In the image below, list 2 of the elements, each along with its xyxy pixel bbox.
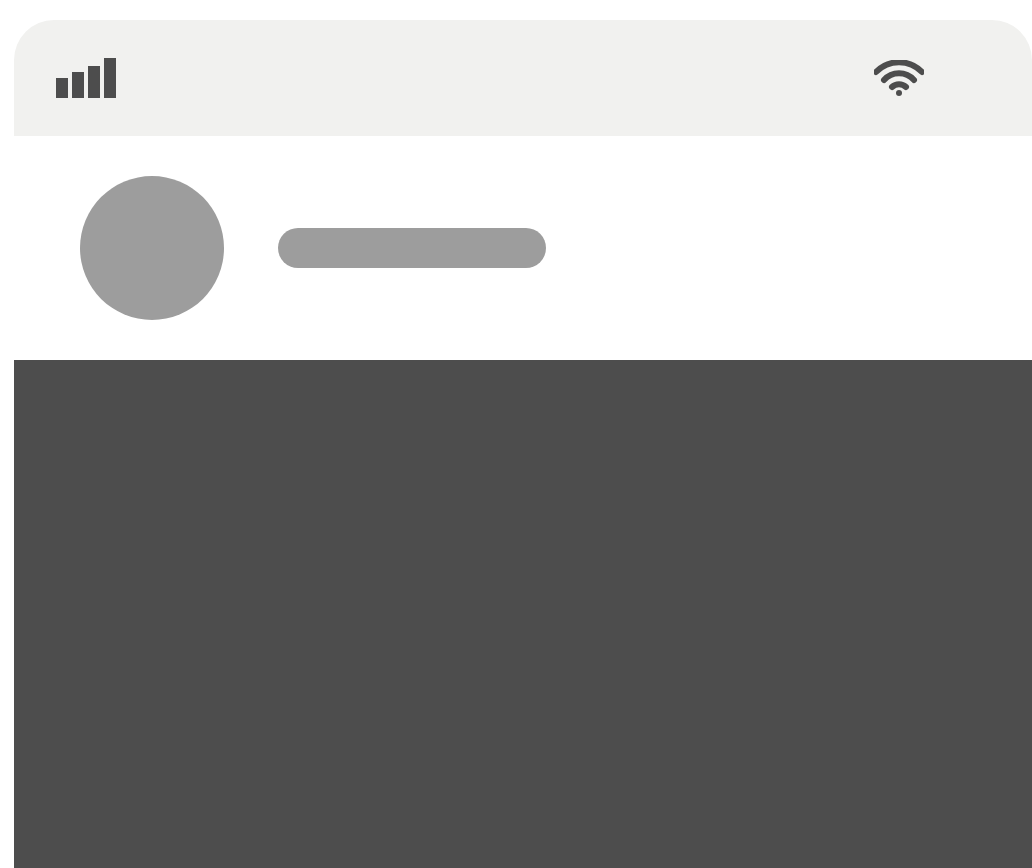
signal-icon [56, 58, 120, 98]
wifi-icon [874, 60, 924, 96]
